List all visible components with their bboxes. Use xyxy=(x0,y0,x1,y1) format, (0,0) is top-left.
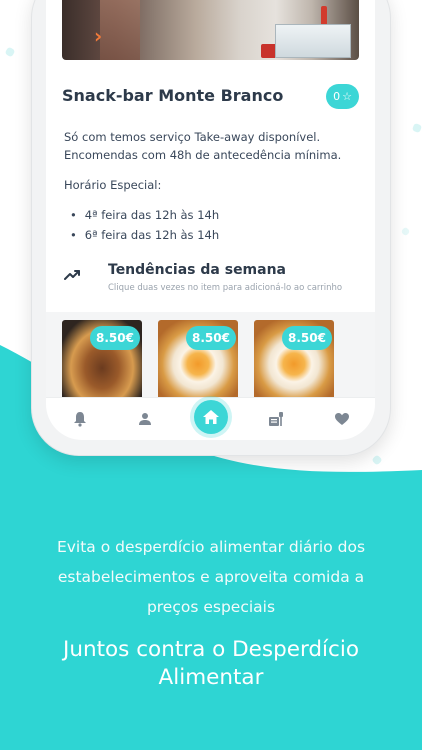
trends-subtitle: Clique duas vezes no item para adicioná-… xyxy=(108,283,343,293)
restaurant-card: › Snack-bar Monte Branco 0 ☆ Só com temo… xyxy=(46,0,375,312)
slogan-line: Juntos contra o Desperdício xyxy=(63,637,359,662)
home-button[interactable] xyxy=(194,400,228,434)
trend-item-burger[interactable]: 8.50€ xyxy=(62,320,142,400)
trending-up-icon xyxy=(64,266,82,285)
price-badge: 8.50€ xyxy=(282,326,332,350)
trend-item-egg[interactable]: 8.50€ xyxy=(158,320,238,400)
promo-tagline: Evita o desperdício alimentar diário dos… xyxy=(0,532,422,622)
trend-item-egg[interactable]: 8.50€ xyxy=(254,320,334,400)
description-line: Só com temos serviço Take-away disponíve… xyxy=(64,130,321,144)
restaurant-description: Só com temos serviço Take-away disponíve… xyxy=(64,128,364,164)
star-icon: ☆ xyxy=(342,90,352,103)
bell-icon[interactable] xyxy=(69,408,91,430)
list-item: 4ª feira das 12h às 14h xyxy=(70,205,219,225)
tagline-line: estabelecimentos e aproveita comida a xyxy=(57,568,365,586)
special-hours-list: 4ª feira das 12h às 14h 6ª feira das 12h… xyxy=(70,205,219,245)
rating-badge[interactable]: 0 ☆ xyxy=(326,84,359,109)
rating-value: 0 xyxy=(333,90,341,103)
tagline-line: preços especiais xyxy=(146,598,276,616)
chevron-right-icon: › xyxy=(94,24,103,48)
slogan-line: Alimentar xyxy=(158,665,264,690)
price-badge: 8.50€ xyxy=(186,326,236,350)
list-item: 6ª feira das 12h às 14h xyxy=(70,225,219,245)
home-icon xyxy=(203,410,219,424)
bottom-navbar xyxy=(46,397,375,440)
menu-food-icon[interactable] xyxy=(265,408,287,430)
tagline-line: Evita o desperdício alimentar diário dos xyxy=(56,538,366,556)
heart-icon[interactable] xyxy=(331,408,353,430)
user-icon[interactable] xyxy=(134,408,156,430)
price-badge: 8.50€ xyxy=(90,326,140,350)
restaurant-photo: › xyxy=(62,0,359,60)
special-hours-label: Horário Especial: xyxy=(64,178,162,192)
app-screen: › Snack-bar Monte Branco 0 ☆ Só com temo… xyxy=(46,0,375,440)
restaurant-name: Snack-bar Monte Branco xyxy=(62,86,284,105)
trends-title: Tendências da semana xyxy=(108,262,287,278)
promo-slogan: Juntos contra o Desperdício Alimentar xyxy=(0,636,422,692)
description-line: Encomendas com 48h de antecedência mínim… xyxy=(64,148,342,162)
